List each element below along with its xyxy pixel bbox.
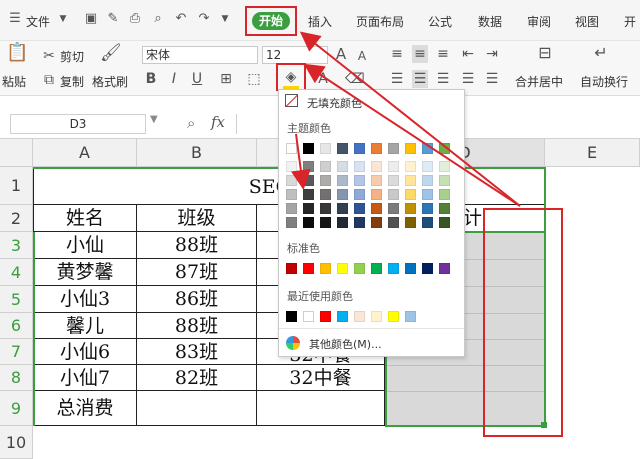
annotation-arrows — [290, 31, 521, 207]
arrow-to-swatch — [290, 133, 311, 190]
arrow-to-fill-color — [303, 63, 521, 207]
arrow-to-start-tab — [299, 31, 521, 207]
